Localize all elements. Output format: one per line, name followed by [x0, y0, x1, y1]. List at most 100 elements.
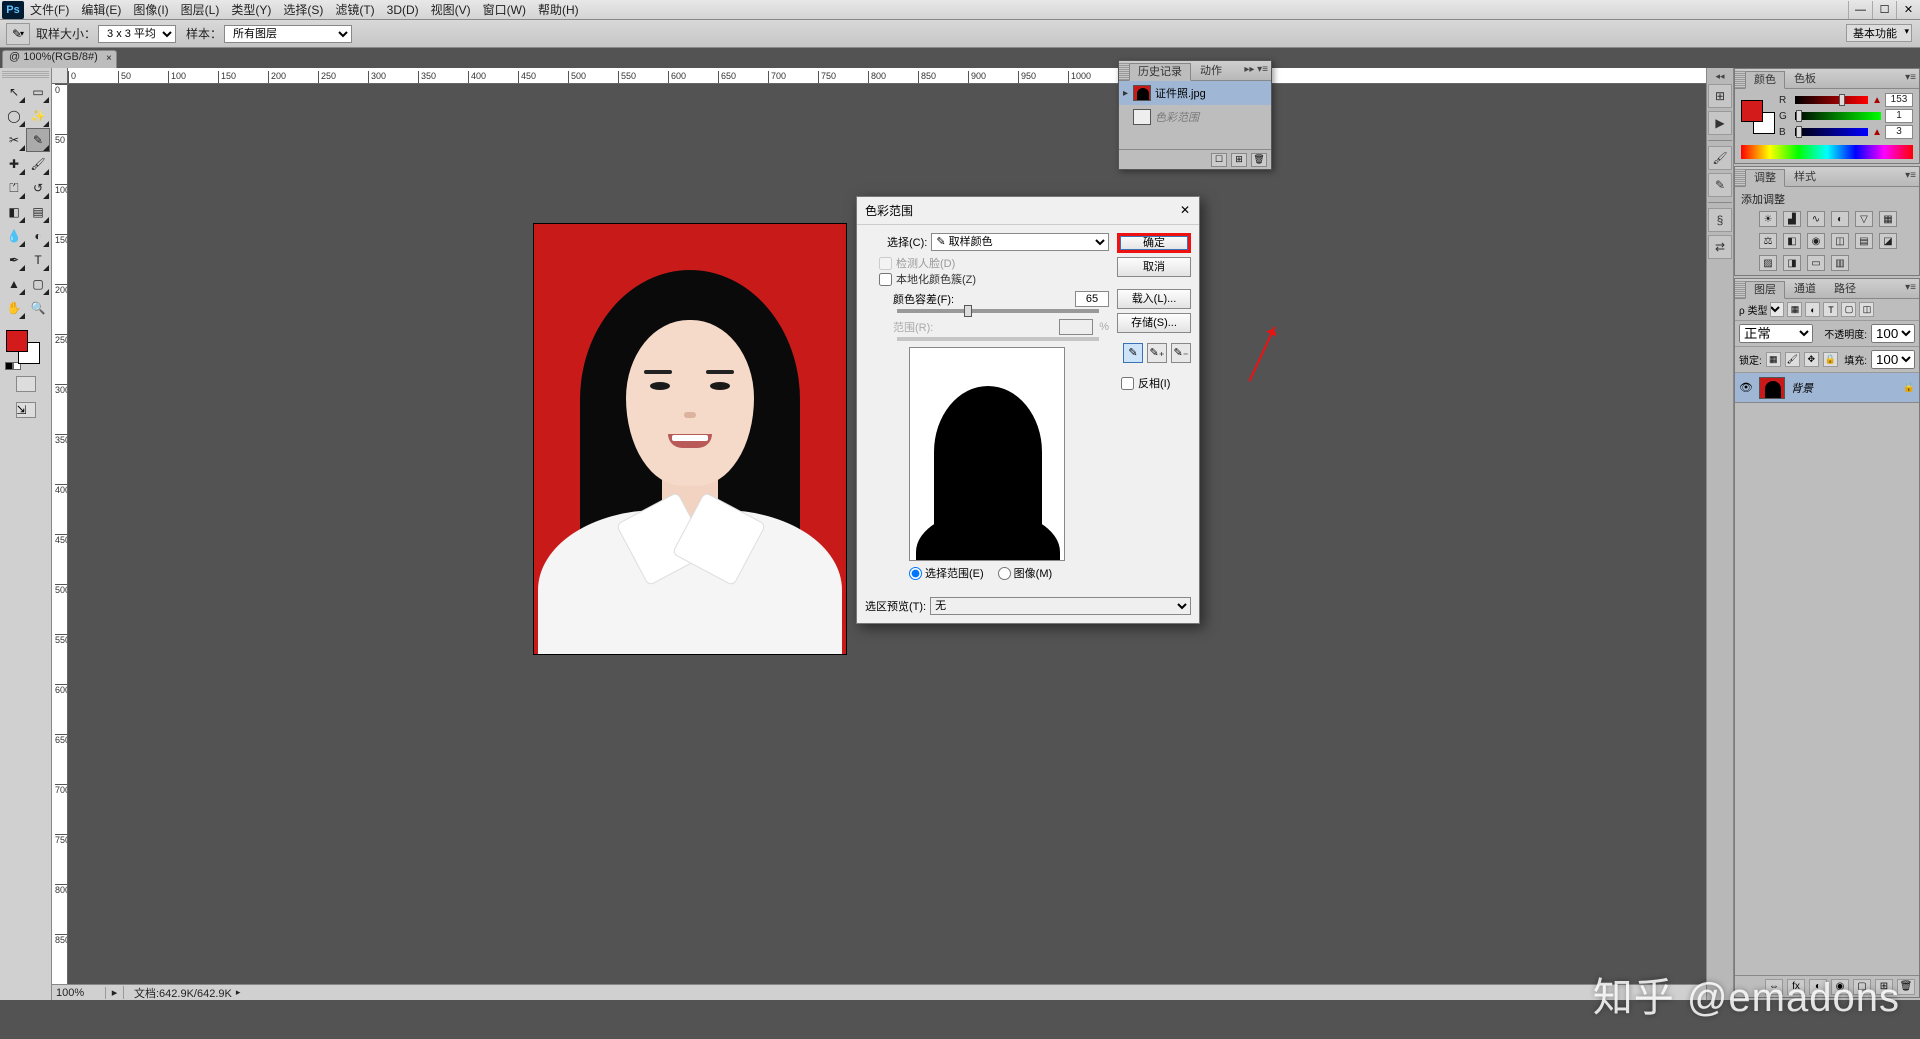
- document-info[interactable]: 文档:642.9K/642.9K: [124, 985, 232, 1001]
- dialog-close-button[interactable]: ✕: [1177, 203, 1193, 219]
- new-document-icon[interactable]: ⊞: [1231, 153, 1247, 167]
- new-snapshot-icon[interactable]: ☐: [1211, 153, 1227, 167]
- maximize-button[interactable]: ☐: [1872, 1, 1896, 19]
- stamp-tool[interactable]: ⏍: [2, 176, 26, 200]
- dock-icon-1[interactable]: ⊞: [1708, 84, 1732, 108]
- menu-help[interactable]: 帮助(H): [532, 1, 585, 18]
- eyedropper-minus-icon[interactable]: ✎₋: [1171, 343, 1191, 363]
- new-group-icon[interactable]: ▢: [1853, 979, 1871, 995]
- layer-thumbnail[interactable]: [1759, 377, 1785, 399]
- dock-icon-brush[interactable]: 🖌: [1708, 146, 1732, 170]
- brush-tool[interactable]: 🖌: [26, 152, 50, 176]
- adj-colorlookup-icon[interactable]: ▤: [1855, 233, 1873, 249]
- menu-select[interactable]: 选择(S): [277, 1, 329, 18]
- delete-state-icon[interactable]: 🗑: [1251, 153, 1267, 167]
- panel-menu-icon[interactable]: ▾≡: [1905, 170, 1916, 181]
- tab-paths[interactable]: 路径: [1825, 280, 1865, 298]
- sample-size-select[interactable]: 3 x 3 平均: [98, 25, 176, 43]
- filter-pixel-icon[interactable]: ▦: [1787, 302, 1802, 317]
- slider-r-value[interactable]: 153: [1885, 93, 1913, 107]
- filter-adjust-icon[interactable]: ◐: [1805, 302, 1820, 317]
- adj-levels-icon[interactable]: ▟: [1783, 211, 1801, 227]
- tab-color[interactable]: 颜色: [1745, 71, 1785, 89]
- adj-posterize-icon[interactable]: ▨: [1759, 255, 1777, 271]
- opacity-select[interactable]: 100%: [1871, 324, 1915, 343]
- panel-grip[interactable]: [1119, 62, 1129, 80]
- ruler-horizontal[interactable]: 0501001502002503003504004505005506006507…: [68, 68, 1706, 84]
- slider-r[interactable]: [1795, 96, 1868, 104]
- radio-selection[interactable]: 选择范围(E): [909, 565, 984, 581]
- filter-shape-icon[interactable]: ▢: [1841, 302, 1856, 317]
- zoom-level[interactable]: 100%: [52, 987, 106, 999]
- dock-icon-swap[interactable]: ⇄: [1708, 235, 1732, 259]
- adj-photofilter-icon[interactable]: ◉: [1807, 233, 1825, 249]
- gradient-tool[interactable]: ▤: [26, 200, 50, 224]
- save-button[interactable]: 存储(S)...: [1117, 313, 1191, 333]
- ok-button[interactable]: 确定: [1117, 233, 1191, 253]
- ruler-corner[interactable]: [52, 68, 68, 84]
- websafe-warning-icon[interactable]: ▲: [1872, 127, 1882, 138]
- marquee-tool[interactable]: ▭: [26, 80, 50, 104]
- panel-menu-icon[interactable]: ▾≡: [1905, 72, 1916, 83]
- foreground-swatch[interactable]: [6, 330, 28, 352]
- adj-invert-icon[interactable]: ◪: [1879, 233, 1897, 249]
- slider-g-value[interactable]: 1: [1885, 109, 1913, 123]
- status-menu-icon[interactable]: ▸: [106, 986, 124, 999]
- lock-all-icon[interactable]: 🔒: [1823, 352, 1838, 367]
- lock-transparency-icon[interactable]: ▦: [1766, 352, 1781, 367]
- tab-actions[interactable]: 动作: [1191, 62, 1231, 80]
- panel-grip[interactable]: [1735, 280, 1745, 298]
- layer-visibility-icon[interactable]: 👁: [1739, 381, 1753, 395]
- fill-select[interactable]: 100%: [1871, 350, 1915, 369]
- adj-hsl-icon[interactable]: ▦: [1879, 211, 1897, 227]
- selection-preview[interactable]: [909, 347, 1065, 561]
- link-layers-icon[interactable]: ⇔: [1765, 979, 1783, 995]
- filter-type-icon[interactable]: T: [1823, 302, 1838, 317]
- local-clusters-checkbox[interactable]: [879, 273, 892, 286]
- tab-adjustments[interactable]: 调整: [1745, 169, 1785, 187]
- shape-tool[interactable]: ▢: [26, 272, 50, 296]
- filter-smart-icon[interactable]: ◫: [1859, 302, 1874, 317]
- lock-position-icon[interactable]: ✥: [1804, 352, 1819, 367]
- adj-exposure-icon[interactable]: ◐: [1831, 211, 1849, 227]
- menu-file[interactable]: 文件(F): [24, 1, 75, 18]
- blend-mode-select[interactable]: 正常: [1739, 324, 1813, 343]
- document-tab-close[interactable]: ×: [106, 53, 112, 64]
- panel-menu-icon[interactable]: ▾≡: [1905, 282, 1916, 293]
- layer-item-background[interactable]: 👁 背景 🔒: [1735, 373, 1919, 403]
- gamut-warning-icon[interactable]: ▲: [1872, 95, 1882, 106]
- panel-menu-icon[interactable]: ▸▸ ▾≡: [1244, 64, 1268, 75]
- adj-gradientmap-icon[interactable]: ▭: [1807, 255, 1825, 271]
- hand-tool[interactable]: ✋: [2, 296, 26, 320]
- tab-styles[interactable]: 样式: [1785, 168, 1825, 186]
- crop-tool[interactable]: ✂: [2, 128, 26, 152]
- document-tab[interactable]: @ 100%(RGB/8#) ×: [2, 50, 117, 68]
- fuzziness-slider[interactable]: [897, 309, 1099, 313]
- preview-select[interactable]: 无: [930, 597, 1191, 615]
- panel-grip[interactable]: [1735, 70, 1745, 88]
- adj-selectivecolor-icon[interactable]: ▥: [1831, 255, 1849, 271]
- adj-bw-icon[interactable]: ◧: [1783, 233, 1801, 249]
- current-tool-icon[interactable]: ✎▾: [6, 23, 30, 45]
- tab-history[interactable]: 历史记录: [1129, 63, 1191, 81]
- menu-3d[interactable]: 3D(D): [381, 3, 425, 17]
- dodge-tool[interactable]: ◐: [26, 224, 50, 248]
- cancel-button[interactable]: 取消: [1117, 257, 1191, 277]
- tab-swatches[interactable]: 色板: [1785, 70, 1825, 88]
- dock-icon-brush-presets[interactable]: ✎: [1708, 173, 1732, 197]
- spectrum-bar[interactable]: [1741, 145, 1913, 159]
- layer-fx-icon[interactable]: fx: [1787, 979, 1805, 995]
- eyedropper-tool[interactable]: ✎: [26, 128, 50, 152]
- layer-name[interactable]: 背景: [1791, 380, 1897, 396]
- zoom-tool[interactable]: 🔍: [26, 296, 50, 320]
- panel-grip[interactable]: [1735, 168, 1745, 186]
- radio-image[interactable]: 图像(M): [998, 565, 1053, 581]
- menu-layer[interactable]: 图层(L): [175, 1, 226, 18]
- menu-image[interactable]: 图像(I): [127, 1, 174, 18]
- adj-curves-icon[interactable]: ∿: [1807, 211, 1825, 227]
- workspace-switcher[interactable]: 基本功能: [1846, 24, 1912, 42]
- invert-checkbox[interactable]: [1121, 377, 1134, 390]
- minimize-button[interactable]: —: [1848, 1, 1872, 19]
- dock-icon-2[interactable]: ▶: [1708, 111, 1732, 135]
- tab-layers[interactable]: 图层: [1745, 281, 1785, 299]
